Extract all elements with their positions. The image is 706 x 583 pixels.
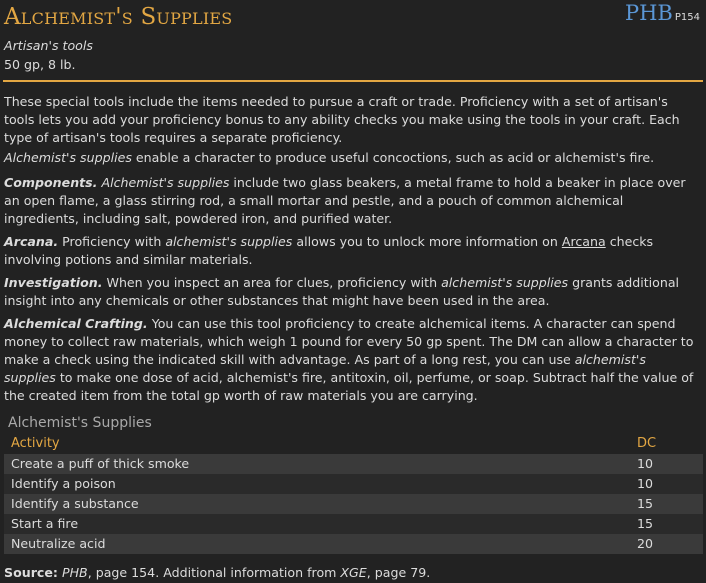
source-book[interactable]: PHB: [625, 1, 673, 25]
arcana-paragraph: Arcana. Proficiency with alchemist's sup…: [4, 233, 700, 269]
investigation-paragraph: Investigation. When you inspect an area …: [4, 274, 700, 310]
column-header-dc: DC: [637, 436, 657, 451]
activity-table: Activity DC Create a puff of thick smoke…: [4, 434, 703, 554]
summary-text: enable a character to produce useful con…: [131, 150, 655, 165]
components-label: Components.: [4, 175, 98, 190]
source-tag[interactable]: PHB P154: [625, 1, 700, 27]
intro-paragraph: These special tools include the items ne…: [4, 94, 680, 145]
table-row: Identify a substance 15: [4, 494, 703, 514]
description: These special tools include the items ne…: [4, 93, 700, 410]
source-text: , page 79.: [366, 565, 431, 580]
item-type: Artisan's tools: [4, 38, 93, 53]
investigation-label: Investigation.: [4, 275, 103, 290]
dc-cell: 20: [637, 534, 703, 554]
arcana-label: Arcana.: [4, 234, 59, 249]
column-header-activity: Activity: [11, 436, 60, 451]
source-book-ref[interactable]: PHB: [62, 565, 88, 580]
arcana-skill-link[interactable]: Arcana: [562, 234, 606, 249]
dc-cell: 15: [637, 494, 703, 514]
activity-cell: Identify a poison: [4, 474, 637, 494]
item-title: Alchemist's Supplies: [4, 4, 233, 30]
table-row: Create a puff of thick smoke 10: [4, 454, 703, 474]
arcana-text: Proficiency with: [58, 234, 166, 249]
source-footer: Source: PHB, page 154. Additional inform…: [4, 564, 430, 582]
item-name-ref: Alchemist's supplies: [4, 150, 132, 165]
table-row: Start a fire 15: [4, 514, 703, 534]
item-name-ref: Alchemist's supplies: [101, 175, 230, 190]
dc-cell: 10: [637, 454, 703, 474]
dc-cell: 10: [637, 474, 703, 494]
source-label: Source:: [4, 565, 58, 580]
cost-weight: 50 gp, 8 lb.: [4, 57, 76, 72]
source-book-ref[interactable]: XGE: [340, 565, 366, 580]
crafting-paragraph: Alchemical Crafting. You can use this to…: [4, 315, 700, 405]
dc-cell: 15: [637, 514, 703, 534]
crafting-label: Alchemical Crafting.: [4, 316, 148, 331]
investigation-text: When you inspect an area for clues, prof…: [102, 275, 442, 290]
table-row: Identify a poison 10: [4, 474, 703, 494]
title-divider: [3, 80, 703, 82]
activity-cell: Identify a substance: [4, 494, 637, 514]
table-title: Alchemist's Supplies: [8, 415, 152, 431]
activity-cell: Create a puff of thick smoke: [4, 454, 637, 474]
crafting-text: to make one dose of acid, alchemist's fi…: [4, 370, 694, 403]
activity-cell: Start a fire: [4, 514, 637, 534]
source-page: P154: [674, 12, 700, 23]
table-row: Neutralize acid 20: [4, 534, 703, 554]
arcana-text: allows you to unlock more information on: [292, 234, 562, 249]
summary-paragraph: Alchemist's supplies enable a character …: [4, 149, 700, 167]
source-text: , page 154. Additional information from: [87, 565, 341, 580]
components-paragraph: Components. Alchemist's supplies include…: [4, 174, 700, 228]
activity-cell: Neutralize acid: [4, 534, 637, 554]
item-name-ref: alchemist's supplies: [165, 234, 293, 249]
table-header-row: Activity DC: [4, 434, 703, 454]
item-name-ref: alchemist's supplies: [441, 275, 569, 290]
